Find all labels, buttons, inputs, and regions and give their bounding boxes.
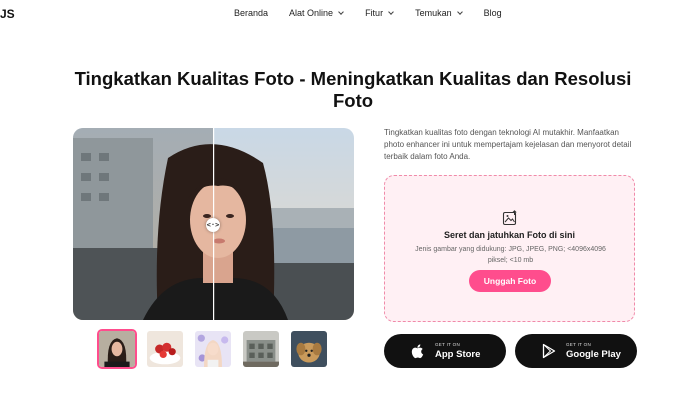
google-play-button[interactable]: GET IT ON Google Play	[515, 334, 637, 368]
nav-item-label: Fitur	[365, 8, 384, 18]
thumbnail-portrait-woman[interactable]	[97, 329, 137, 369]
apple-icon	[411, 344, 424, 359]
store-name: App Store	[435, 349, 481, 360]
sample-thumbnails	[97, 329, 329, 369]
dropzone-subtitle: Jenis gambar yang didukung: JPG, JPEG, P…	[415, 246, 606, 264]
logo[interactable]: JS	[0, 7, 15, 21]
store-get-it-on: GET IT ON	[435, 342, 461, 347]
thumbnail-image	[243, 331, 279, 367]
nav-item-blog[interactable]: Blog	[484, 8, 502, 18]
thumbnail-image	[291, 331, 327, 367]
nav-item-beranda[interactable]: Beranda	[234, 8, 268, 18]
thumbnail-girl-flowers[interactable]	[193, 329, 233, 369]
thumbnail-image	[99, 331, 135, 367]
upload-dropzone[interactable]: Seret dan jatuhkan Foto di sini Jenis ga…	[384, 175, 635, 322]
nav-item-label: Temukan	[415, 8, 452, 18]
compare-handle-glyph: <·>	[206, 221, 220, 229]
thumbnail-building[interactable]	[241, 329, 281, 369]
thumbnail-image	[147, 331, 183, 367]
nav-links: Beranda Alat Online Fitur Temukan Blog	[234, 8, 502, 18]
nav-item-fitur[interactable]: Fitur	[365, 8, 394, 18]
upload-photo-button[interactable]: Unggah Foto	[469, 270, 551, 292]
nav-item-label: Beranda	[234, 8, 269, 18]
thumbnail-puppy[interactable]	[289, 329, 329, 369]
chevron-down-icon	[338, 9, 344, 15]
chevron-down-icon	[388, 9, 394, 15]
hero-description: Tingkatkan kualitas foto dengan teknolog…	[384, 128, 632, 161]
store-name: Google Play	[566, 349, 621, 360]
nav-item-temukan[interactable]: Temukan	[415, 8, 463, 18]
page-title-line1: Tingkatkan Kualitas Foto - Meningkatkan …	[74, 68, 632, 89]
chevron-down-icon	[456, 9, 463, 15]
dropzone-title: Seret dan jatuhkan Foto di sini	[443, 230, 575, 240]
store-get-it-on: GET IT ON	[566, 342, 592, 347]
play-icon	[542, 343, 556, 359]
top-nav: JS Beranda Alat Online Fitur Temukan Blo…	[0, 0, 700, 28]
page-title-line2: Foto	[332, 90, 374, 111]
page-title: Tingkatkan Kualitas Foto - Meningkatkan …	[60, 68, 646, 112]
nav-item-alat-online[interactable]: Alat Online	[289, 8, 344, 18]
compare-slider-handle[interactable]: <·>	[206, 218, 220, 232]
thumbnail-image	[195, 331, 231, 367]
nav-item-label: Blog	[483, 8, 502, 18]
nav-item-label: Alat Online	[289, 8, 334, 18]
thumbnail-cake[interactable]	[145, 329, 185, 369]
image-upload-icon	[502, 210, 517, 226]
app-store-button[interactable]: GET IT ON App Store	[384, 334, 506, 368]
